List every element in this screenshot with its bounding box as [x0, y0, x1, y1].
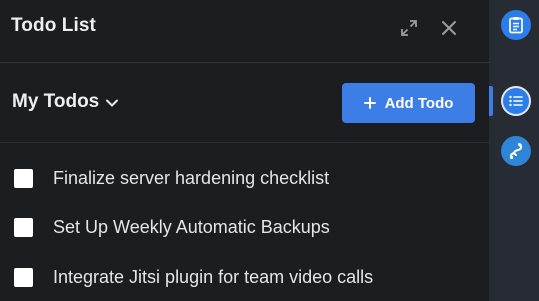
- list-icon: [509, 95, 523, 107]
- todo-text[interactable]: Integrate Jitsi plugin for team video ca…: [53, 267, 373, 288]
- plus-icon: [363, 97, 376, 109]
- close-button[interactable]: [436, 15, 462, 41]
- clipboard-icon: [509, 17, 523, 34]
- todos-toolbar: My Todos Add Todo: [0, 63, 489, 143]
- close-icon: [442, 21, 456, 35]
- rail-item-boards[interactable]: [501, 10, 531, 40]
- todo-item: Integrate Jitsi plugin for team video ca…: [0, 259, 489, 295]
- chevron-down-icon: [106, 99, 119, 107]
- todos-dropdown-label: My Todos: [12, 91, 100, 112]
- todo-checkbox[interactable]: [14, 217, 33, 237]
- panel-title: Todo List: [11, 15, 96, 36]
- app-rail: [489, 0, 539, 301]
- todos-dropdown[interactable]: My Todos: [12, 91, 119, 113]
- todo-item: Set Up Weekly Automatic Backups: [0, 209, 489, 245]
- rail-item-todos[interactable]: [501, 86, 531, 116]
- todo-text[interactable]: Finalize server hardening checklist: [53, 168, 329, 189]
- expand-icon: [401, 20, 417, 36]
- todo-panel: Todo List My Todos Add Todo Finalize ser…: [0, 0, 489, 301]
- rail-item-jitsi[interactable]: [501, 136, 531, 166]
- add-todo-label: Add Todo: [384, 94, 454, 112]
- todo-checkbox[interactable]: [14, 267, 33, 287]
- todo-checkbox[interactable]: [14, 168, 33, 188]
- todo-item: Finalize server hardening checklist: [0, 160, 489, 196]
- jitsi-icon: [509, 143, 523, 160]
- panel-header: Todo List: [0, 0, 489, 63]
- todo-text[interactable]: Set Up Weekly Automatic Backups: [53, 217, 330, 238]
- active-indicator: [489, 86, 493, 116]
- add-todo-button[interactable]: Add Todo: [342, 83, 475, 123]
- expand-button[interactable]: [396, 15, 422, 41]
